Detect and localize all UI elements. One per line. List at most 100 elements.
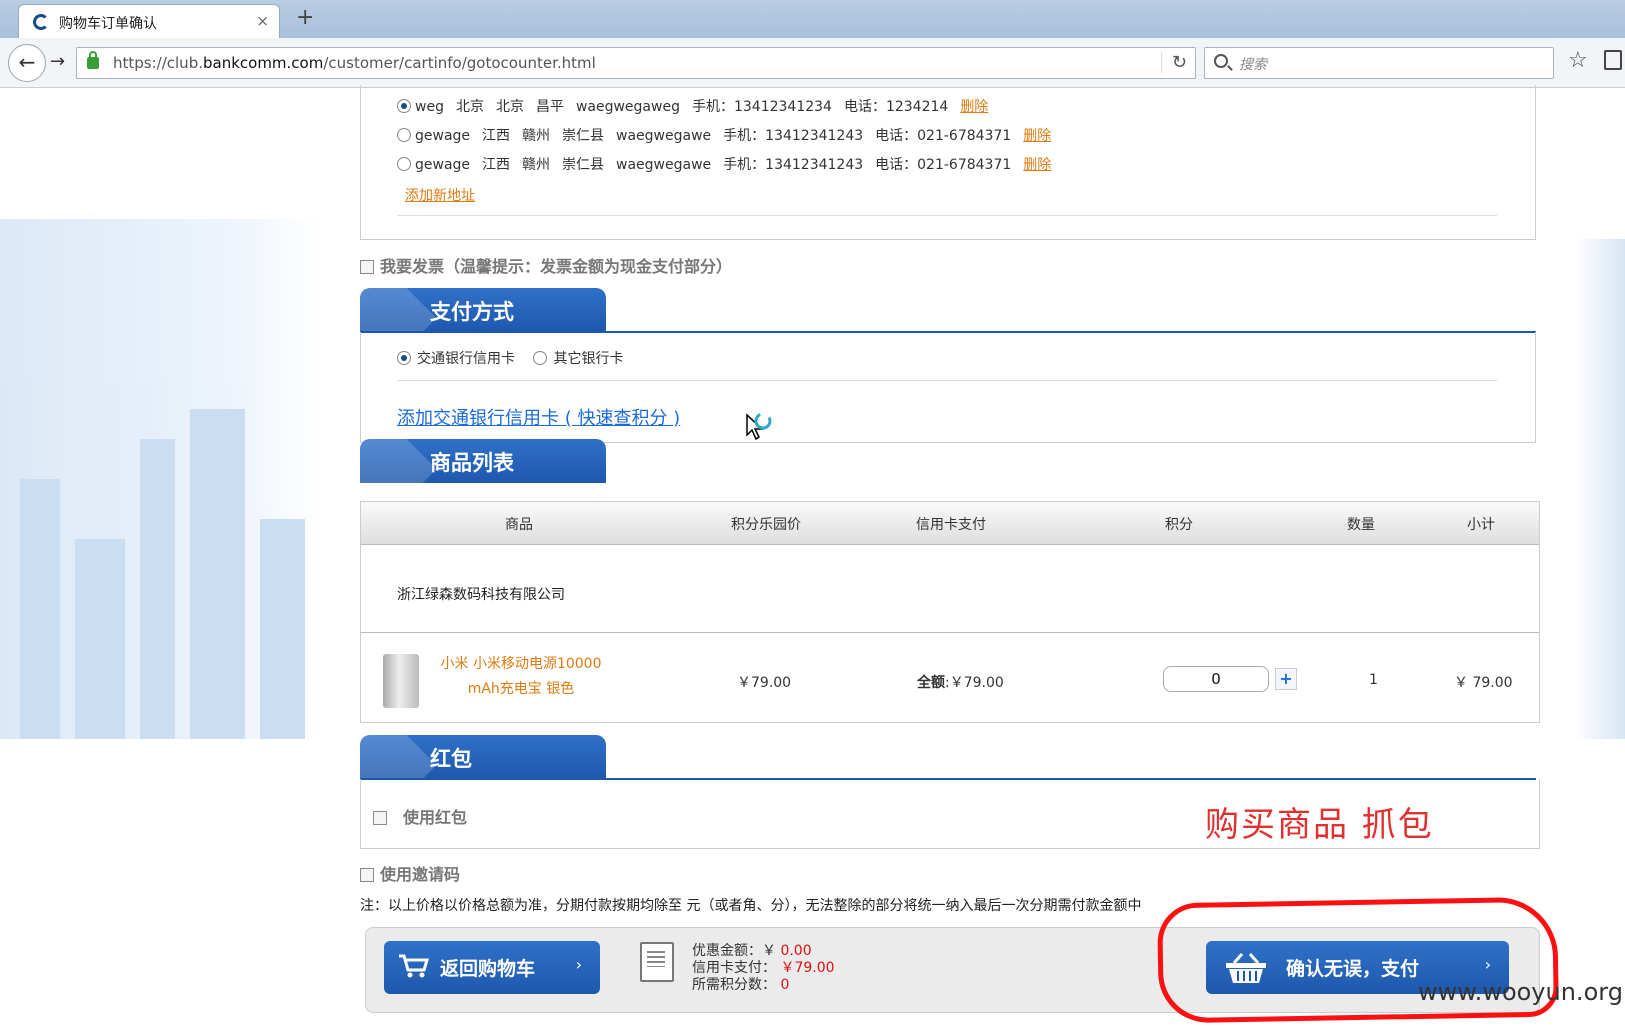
address-city: 赣州: [522, 157, 551, 173]
product-price: ￥79.00: [737, 675, 792, 691]
add-credit-card-link[interactable]: 添加交通银行信用卡 ( 快速查积分 ): [397, 404, 680, 430]
divider: [397, 215, 1497, 216]
payment-option-label: 其它银行卡: [553, 351, 624, 367]
redpacket-section-header: 红包: [360, 735, 606, 779]
address-city: 赣州: [522, 128, 551, 144]
goods-table-header: 商品 积分乐园价 信用卡支付 积分 数量 小计: [361, 502, 1539, 545]
points-label: 所需积分数：: [692, 977, 776, 993]
address-item[interactable]: gewage 江西 赣州 崇仁县 waegwegawe 手机：13412341243 电话：…: [397, 154, 1063, 174]
skyline-building: [260, 519, 305, 739]
shop-name: 浙江绿森数码科技有限公司: [397, 587, 565, 603]
invoice-checkbox[interactable]: [360, 260, 374, 274]
payment-radio[interactable]: [533, 351, 548, 365]
payment-section-header: 支付方式: [360, 288, 606, 332]
nav-bar: ← → https://club.bankcomm.com/customer/c…: [0, 38, 1625, 88]
product-name-link[interactable]: 小米 小米移动电源10000 mAh充电宝 银色: [431, 652, 611, 702]
new-tab-button[interactable]: +: [296, 5, 314, 30]
bookmark-star-icon[interactable]: ☆: [1568, 48, 1588, 73]
payment-option-label: 交通银行信用卡: [417, 351, 515, 367]
redpacket-title: 红包: [430, 746, 472, 771]
url-domain: bankcomm.com: [202, 54, 324, 72]
loading-cursor-icon: [746, 412, 772, 441]
payment-option-bocom[interactable]: 交通银行信用卡: [397, 351, 515, 367]
credit-payment-label: 全额: [917, 675, 945, 691]
required-points: 所需积分数： 0: [692, 974, 789, 994]
add-address-link[interactable]: 添加新地址: [405, 185, 475, 205]
receipt-icon: [640, 942, 674, 982]
points-value: 0: [780, 977, 790, 993]
skyline-building: [75, 539, 125, 739]
column-header: 信用卡支付: [916, 517, 986, 533]
city-skyline-background: [0, 219, 320, 739]
invite-code-row[interactable]: 使用邀请码: [360, 861, 460, 885]
address-street: waegwegawe: [616, 157, 712, 173]
address-name: gewage: [415, 128, 471, 144]
column-header: 小计: [1467, 517, 1495, 533]
back-to-cart-button[interactable]: 返回购物车 ›: [384, 941, 600, 994]
reader-list-icon[interactable]: [1604, 50, 1622, 70]
product-subtotal: ￥ 79.00: [1454, 675, 1513, 691]
address-item[interactable]: gewage 江西 赣州 崇仁县 waegwegawe 手机：13412341243 电话：…: [397, 125, 1063, 145]
browser-tab[interactable]: 购物车订单确认 ×: [18, 4, 280, 38]
goods-title: 商品列表: [430, 450, 514, 475]
payment-box: 交通银行信用卡 其它银行卡 添加交通银行信用卡 ( 快速查积分 ): [360, 332, 1536, 443]
close-icon[interactable]: ×: [256, 12, 269, 30]
back-arrow-icon[interactable]: ←: [8, 44, 46, 82]
address-name: gewage: [415, 157, 471, 173]
divider: [397, 380, 1497, 381]
address-radio[interactable]: [397, 157, 411, 171]
address-district: 昌平: [535, 99, 564, 115]
goods-table: 商品 积分乐园价 信用卡支付 积分 数量 小计 浙江绿森数码科技有限公司 小米 …: [360, 501, 1540, 723]
address-province: 江西: [482, 128, 511, 144]
address-bar[interactable]: https://club.bankcomm.com/customer/carti…: [76, 47, 1196, 79]
invoice-label: 我要发票（温馨提示：发票金额为现金支付部分）: [380, 257, 733, 276]
invite-label: 使用邀请码: [380, 865, 461, 884]
goods-section-header: 商品列表: [360, 439, 606, 483]
address-province: 北京: [455, 99, 484, 115]
payment-radio[interactable]: [397, 351, 411, 365]
column-header: 积分乐园价: [731, 517, 801, 533]
tab-title: 购物车订单确认: [59, 16, 157, 32]
credit-payment-value: :￥79.00: [945, 675, 1004, 691]
payment-options: 交通银行信用卡 其它银行卡: [397, 348, 637, 368]
invoice-checkbox-row[interactable]: 我要发票（温馨提示：发票金额为现金支付部分）: [360, 253, 732, 277]
url-text[interactable]: https://club.bankcomm.com/customer/carti…: [113, 54, 596, 72]
city-skyline-background-right: [1575, 239, 1625, 739]
address-radio[interactable]: [397, 99, 411, 113]
search-placeholder: 搜索: [1239, 57, 1267, 73]
search-icon: [1214, 54, 1228, 68]
address-mobile: 手机：13412341243: [723, 157, 864, 173]
address-radio[interactable]: [397, 128, 411, 142]
delete-address-link[interactable]: 删除: [960, 99, 988, 115]
bank-logo-icon: [33, 14, 49, 30]
reload-icon[interactable]: ↻: [1160, 52, 1187, 73]
address-item[interactable]: weg 北京 北京 昌平 waegwegaweg 手机：13412341234 电话：123…: [397, 96, 1000, 116]
address-phone: 电话：021-6784371: [875, 157, 1012, 173]
chevron-right-icon: ›: [575, 955, 582, 974]
skyline-building: [140, 439, 175, 739]
plus-icon[interactable]: +: [1275, 668, 1297, 690]
use-redpacket-row[interactable]: 使用红包: [373, 804, 467, 828]
column-header: 积分: [1165, 517, 1193, 533]
points-input[interactable]: 0: [1163, 666, 1269, 692]
delete-address-link[interactable]: 删除: [1023, 157, 1051, 173]
invite-checkbox[interactable]: [360, 868, 374, 882]
address-city: 北京: [495, 99, 524, 115]
payment-option-other[interactable]: 其它银行卡: [533, 351, 623, 367]
address-name: weg: [415, 99, 444, 115]
skyline-building: [20, 479, 60, 739]
address-list: weg 北京 北京 昌平 waegwegaweg 手机：13412341234 电话：123…: [360, 85, 1536, 240]
column-header: 数量: [1347, 517, 1375, 533]
lock-icon: [87, 51, 99, 69]
column-header: 商品: [505, 517, 533, 533]
product-image[interactable]: [383, 654, 419, 708]
page-content: weg 北京 北京 昌平 waegwegaweg 手机：13412341234 电话：123…: [0, 85, 1625, 1027]
search-input[interactable]: 搜索: [1204, 47, 1554, 79]
address-street: waegwegaweg: [575, 99, 680, 115]
back-button-label: 返回购物车: [440, 958, 536, 980]
forward-arrow-icon[interactable]: →: [50, 51, 65, 72]
url-prefix: https://club.: [113, 54, 203, 72]
address-district: 崇仁县: [562, 128, 605, 144]
redpacket-checkbox[interactable]: [373, 811, 387, 825]
delete-address-link[interactable]: 删除: [1023, 128, 1051, 144]
